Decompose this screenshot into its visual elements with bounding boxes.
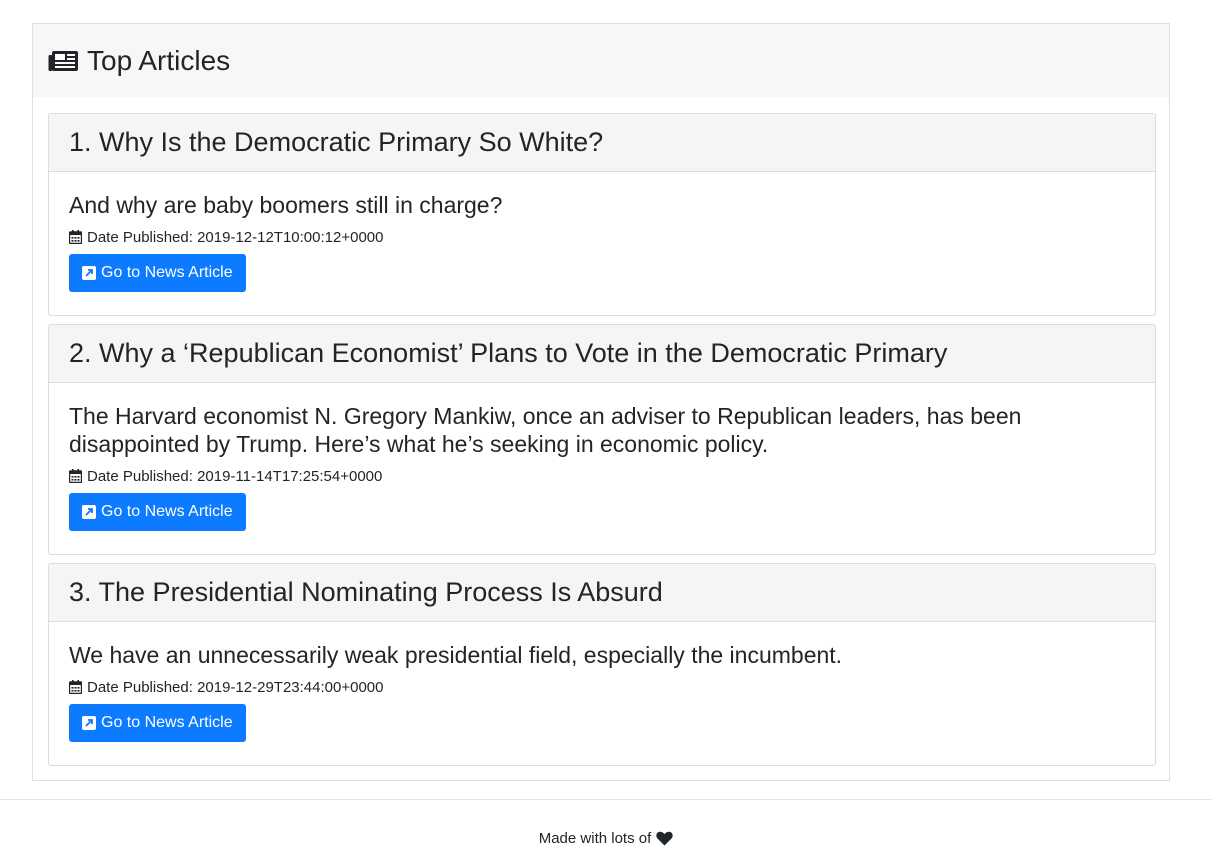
- go-to-article-label: Go to News Article: [101, 714, 233, 731]
- footer: Made with lots of: [0, 830, 1212, 847]
- panel-title: Top Articles: [87, 44, 231, 76]
- footer-divider: [0, 799, 1212, 800]
- go-to-article-label: Go to News Article: [101, 503, 233, 520]
- external-link-icon: [82, 266, 96, 280]
- article-card: 3. The Presidential Nominating Process I…: [48, 563, 1156, 766]
- top-articles-panel: Top Articles 1. Why Is the Democratic Pr…: [32, 23, 1170, 781]
- article-header: 1. Why Is the Democratic Primary So Whit…: [49, 114, 1155, 172]
- article-description: The Harvard economist N. Gregory Mankiw,…: [69, 403, 1022, 457]
- article-description: And why are baby boomers still in charge…: [69, 192, 503, 218]
- article-card: 2. Why a ‘Republican Economist’ Plans to…: [48, 324, 1156, 555]
- article-title: 2. Why a ‘Republican Economist’ Plans to…: [69, 338, 948, 368]
- panel-header: Top Articles: [33, 24, 1169, 97]
- article-header: 2. Why a ‘Republican Economist’ Plans to…: [49, 325, 1155, 383]
- article-date: Date Published: 2019-12-12T10:00:12+0000: [69, 228, 1135, 246]
- calendar-icon: [69, 230, 82, 244]
- article-date: Date Published: 2019-12-29T23:44:00+0000: [69, 678, 1135, 696]
- article-description: We have an unnecessarily weak presidenti…: [69, 642, 843, 668]
- article-date-text: Date Published: 2019-11-14T17:25:54+0000: [87, 467, 383, 485]
- go-to-article-button[interactable]: Go to News Article: [69, 254, 246, 292]
- footer-text: Made with lots of: [538, 830, 652, 847]
- article-date: Date Published: 2019-11-14T17:25:54+0000: [69, 467, 1135, 485]
- article-header: 3. The Presidential Nominating Process I…: [49, 564, 1155, 622]
- article-title: 1. Why Is the Democratic Primary So Whit…: [69, 127, 604, 157]
- go-to-article-label: Go to News Article: [101, 264, 233, 281]
- calendar-icon: [69, 469, 82, 483]
- go-to-article-button[interactable]: Go to News Article: [69, 493, 246, 531]
- article-title: 3. The Presidential Nominating Process I…: [69, 577, 663, 607]
- article-card: 1. Why Is the Democratic Primary So Whit…: [48, 113, 1156, 316]
- external-link-icon: [82, 716, 96, 730]
- newspaper-icon: [48, 50, 78, 71]
- heart-icon: [656, 831, 673, 846]
- external-link-icon: [82, 505, 96, 519]
- article-date-text: Date Published: 2019-12-29T23:44:00+0000: [87, 678, 384, 696]
- calendar-icon: [69, 680, 82, 694]
- article-date-text: Date Published: 2019-12-12T10:00:12+0000: [87, 228, 384, 246]
- go-to-article-button[interactable]: Go to News Article: [69, 704, 246, 742]
